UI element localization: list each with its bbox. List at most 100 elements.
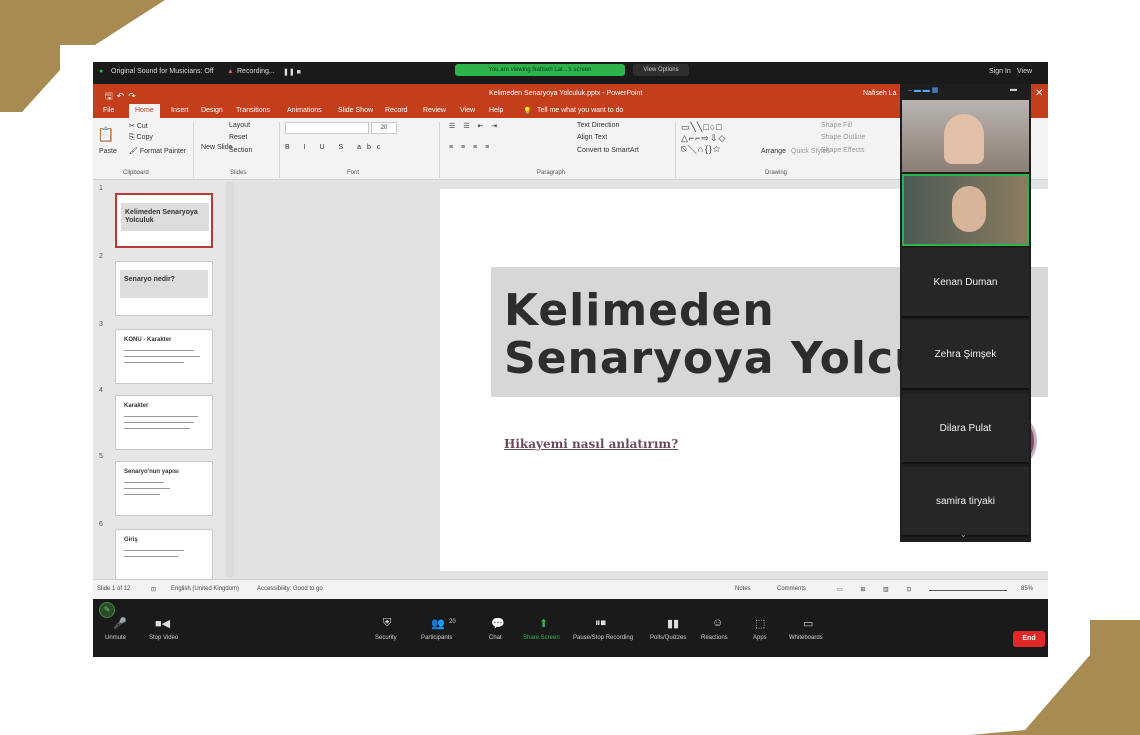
shield-icon: ● xyxy=(99,68,104,75)
participants-icon[interactable]: 👥 xyxy=(431,617,445,630)
recording-status[interactable]: Recording... xyxy=(237,68,275,75)
thumbnails-scrollbar[interactable] xyxy=(226,181,234,577)
layout-button[interactable]: Layout xyxy=(229,122,250,129)
font-name-box[interactable] xyxy=(285,122,369,134)
tab-file[interactable]: File xyxy=(103,107,114,114)
copy-button[interactable]: ⎘ Copy xyxy=(129,134,153,142)
slide-thumbnail-5[interactable]: Senaryo'nun yapısı xyxy=(115,461,213,516)
view-options-button[interactable]: View Options xyxy=(633,64,689,76)
notes-button[interactable]: Notes xyxy=(735,586,751,592)
participant-tile[interactable]: Kenan Duman xyxy=(902,248,1029,318)
end-meeting-button[interactable]: End xyxy=(1013,631,1045,647)
participants-button[interactable]: Participants xyxy=(421,635,452,641)
security-button[interactable]: Security xyxy=(375,635,397,641)
align-text-button[interactable]: Align Text xyxy=(577,134,607,141)
whiteboard-icon[interactable]: ▭ xyxy=(803,617,813,630)
thumb-text-line xyxy=(124,350,194,351)
language-status[interactable]: English (United Kingdom) xyxy=(171,586,239,592)
reactions-icon[interactable]: ☺ xyxy=(712,617,723,629)
view-button[interactable]: View xyxy=(1017,68,1032,75)
annotate-pen-icon[interactable]: ✎ xyxy=(99,602,115,618)
pause-stop-recording-button[interactable]: Pause/Stop Recording xyxy=(573,635,633,641)
close-icon[interactable]: ✕ xyxy=(1035,88,1043,99)
participant-tile[interactable]: Zehra Şimşek xyxy=(902,320,1029,390)
zoom-level[interactable]: 85% xyxy=(1021,586,1033,592)
paste-button[interactable]: Paste xyxy=(99,148,117,155)
shapes-gallery[interactable]: ▭╲╲□○□ △⌐⌐⇨⇩◇ ⍉╲∩{}☆ xyxy=(681,122,726,155)
font-format-buttons[interactable]: B I U S abc xyxy=(285,144,386,151)
participant-tile[interactable]: Dilara Pulat xyxy=(902,394,1029,464)
original-sound-status[interactable]: Original Sound for Musicians: Off xyxy=(111,68,214,75)
tab-transitions[interactable]: Transitions xyxy=(236,107,270,114)
tab-review[interactable]: Review xyxy=(423,107,446,114)
pause-stop-icons[interactable]: ❚❚ ■ xyxy=(283,68,301,76)
shape-fill-button[interactable]: Shape Fill xyxy=(821,122,852,129)
section-button[interactable]: Section xyxy=(229,147,252,154)
quick-access-icons[interactable]: 🖫↶↷ xyxy=(105,89,140,105)
slide-thumbnail-1[interactable]: Kelimeden Senaryoya Yolculuk xyxy=(115,193,213,248)
shape-outline-button[interactable]: Shape Outline xyxy=(821,134,865,141)
apps-button[interactable]: Apps xyxy=(753,635,767,641)
slide-thumbnail-2[interactable]: Senaryo nedir? xyxy=(115,261,213,316)
tab-record[interactable]: Record xyxy=(385,107,408,114)
slide-thumbnail-6[interactable]: Giriş xyxy=(115,529,213,579)
slide-subtitle[interactable]: Hikayemi nasıl anlatırım? xyxy=(504,437,678,451)
share-screen-icon[interactable]: ⬆ xyxy=(539,617,548,630)
chat-icon[interactable]: 💬 xyxy=(491,617,505,630)
slide-thumbnail-3[interactable]: KONU - Karakter xyxy=(115,329,213,384)
unmute-button[interactable]: Unmute xyxy=(105,635,126,641)
reactions-button[interactable]: Reactions xyxy=(701,635,728,641)
tab-help[interactable]: Help xyxy=(489,107,503,114)
sign-in-link[interactable]: Sign In xyxy=(989,68,1011,75)
format-painter-button[interactable]: 🖌 Format Painter xyxy=(129,147,186,155)
zoom-slider[interactable] xyxy=(929,590,1007,591)
polls-icon[interactable]: ▮▮ xyxy=(667,617,679,630)
tab-slide-show[interactable]: Slide Show xyxy=(338,107,373,114)
mic-muted-icon[interactable]: 🎤 xyxy=(113,617,127,630)
apps-icon[interactable]: ⬚ xyxy=(755,617,765,630)
face xyxy=(952,186,986,232)
thumb-title: KONU - Karakter xyxy=(124,337,172,343)
comments-button[interactable]: Comments xyxy=(777,586,806,592)
new-slide-button[interactable]: New Slide xyxy=(201,144,233,151)
security-icon[interactable]: ⛨ xyxy=(383,617,391,630)
share-screen-button[interactable]: Share Screen xyxy=(523,635,560,641)
reset-button[interactable]: Reset xyxy=(229,134,247,141)
tell-me-search[interactable]: Tell me what you want to do xyxy=(537,107,623,114)
tab-home[interactable]: Home xyxy=(129,104,160,118)
pause-record-icon[interactable]: ⏸⏹ xyxy=(595,617,606,630)
tab-insert[interactable]: Insert xyxy=(171,107,189,114)
spelling-icon[interactable]: ⊡ xyxy=(151,586,156,593)
tab-design[interactable]: Design xyxy=(201,107,223,114)
tab-view[interactable]: View xyxy=(460,107,475,114)
tab-animations[interactable]: Animations xyxy=(287,107,322,114)
slide-thumbnail-4[interactable]: Karakter xyxy=(115,395,213,450)
stop-video-button[interactable]: Stop Video xyxy=(149,635,178,641)
font-size-box[interactable]: 20 xyxy=(371,122,397,134)
gallery-view-icons[interactable]: – ▬ ▬ ▦ xyxy=(908,86,938,94)
accessibility-status[interactable]: Accessibility: Good to go xyxy=(257,586,323,592)
polls-quizzes-button[interactable]: Polls/Quizzes xyxy=(650,635,686,641)
video-icon[interactable]: ■◀ xyxy=(155,617,170,630)
convert-smartart-button[interactable]: Convert to SmartArt xyxy=(577,147,639,154)
participant-video-2-active[interactable] xyxy=(902,174,1029,246)
share-banner: You are viewing Nafiseh Lat...'s screen xyxy=(455,64,625,76)
view-mode-buttons[interactable]: ▭ ⊞ ▥ ⊡ xyxy=(837,586,919,593)
whiteboards-button[interactable]: Whiteboards xyxy=(789,635,823,641)
arrange-button[interactable]: Arrange xyxy=(761,148,786,155)
shape-effects-button[interactable]: Shape Effects xyxy=(821,147,864,154)
thumb-text-line xyxy=(124,556,178,557)
participant-video-1[interactable] xyxy=(902,100,1029,172)
participant-tile[interactable]: samira tiryaki xyxy=(902,467,1029,537)
paste-icon[interactable]: 📋 xyxy=(97,126,114,143)
text-direction-button[interactable]: Text Direction xyxy=(577,122,619,129)
alignment-buttons[interactable]: ≡ ≡ ≡ ≡ xyxy=(449,144,492,151)
thumb-number: 6 xyxy=(99,521,103,528)
user-name[interactable]: Nafiseh La xyxy=(863,90,896,97)
chevron-down-icon[interactable]: ⌄ xyxy=(960,530,967,539)
cut-button[interactable]: ✂ Cut xyxy=(129,122,148,130)
list-buttons[interactable]: ☰ ☰ ⇤ ⇥ xyxy=(449,122,500,130)
panel-menu-icon[interactable]: ▬ xyxy=(1010,86,1017,93)
thumb-text-line xyxy=(124,356,200,357)
chat-button[interactable]: Chat xyxy=(489,635,502,641)
